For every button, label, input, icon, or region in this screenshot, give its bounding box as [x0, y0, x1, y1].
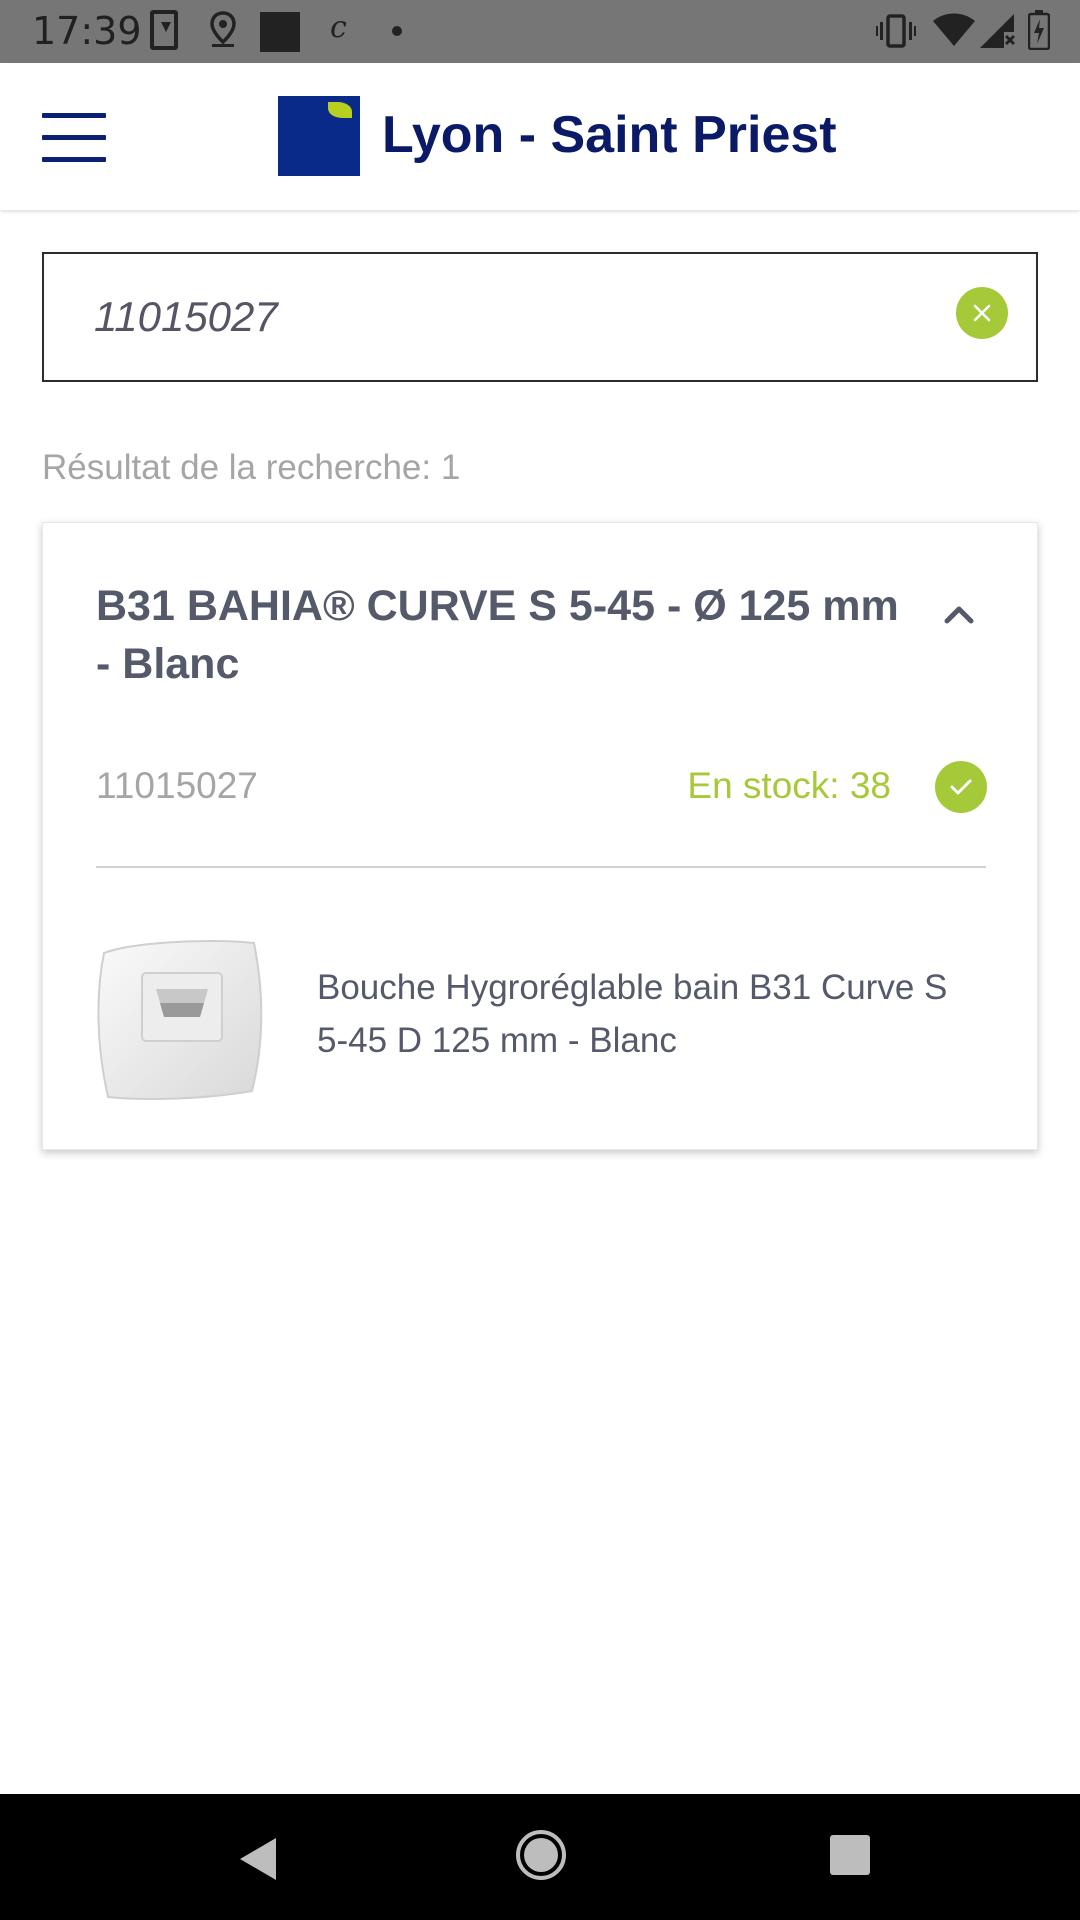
wifi-icon — [933, 13, 975, 46]
result-card[interactable]: B31 BAHIA® CURVE S 5-45 - Ø 125 mm - Bla… — [42, 522, 1038, 1150]
brand-logo — [278, 96, 360, 176]
hamburger-menu-icon[interactable] — [42, 113, 106, 163]
search-input[interactable] — [94, 284, 934, 350]
page-title: Lyon - Saint Priest — [382, 106, 837, 164]
dot-icon — [392, 26, 402, 36]
check-icon — [935, 761, 987, 813]
status-time: 17:39 — [32, 9, 142, 53]
download-icon — [150, 10, 178, 50]
result-count: Résultat de la recherche: 1 — [42, 448, 461, 487]
status-bar: 17:39 c — [0, 0, 1080, 63]
divider — [96, 866, 986, 868]
logo-leaf-icon — [328, 102, 352, 118]
recent-apps-icon[interactable] — [830, 1835, 870, 1875]
signal-icon — [980, 14, 1016, 48]
vibrate-icon — [876, 14, 916, 48]
navigation-bar — [0, 1794, 1080, 1920]
product-description: Bouche Hygroréglable bain B31 Curve S 5-… — [317, 968, 948, 1060]
clear-search-button[interactable] — [956, 287, 1008, 339]
search-box — [42, 252, 1038, 382]
close-icon — [973, 304, 991, 322]
image-icon — [260, 12, 300, 52]
app-header: Lyon - Saint Priest — [0, 63, 1080, 210]
battery-icon — [1028, 10, 1050, 50]
product-reference: 11015027 — [96, 765, 258, 806]
back-icon[interactable] — [236, 1836, 280, 1882]
stock-status: En stock: 38 — [687, 765, 891, 806]
location-icon — [210, 11, 236, 47]
product-image — [97, 940, 263, 1100]
product-title: B31 BAHIA® CURVE S 5-45 - Ø 125 mm - Bla… — [96, 582, 899, 688]
chevron-up-icon[interactable] — [935, 595, 983, 635]
home-icon[interactable] — [516, 1830, 566, 1880]
c-icon: c — [330, 10, 347, 45]
